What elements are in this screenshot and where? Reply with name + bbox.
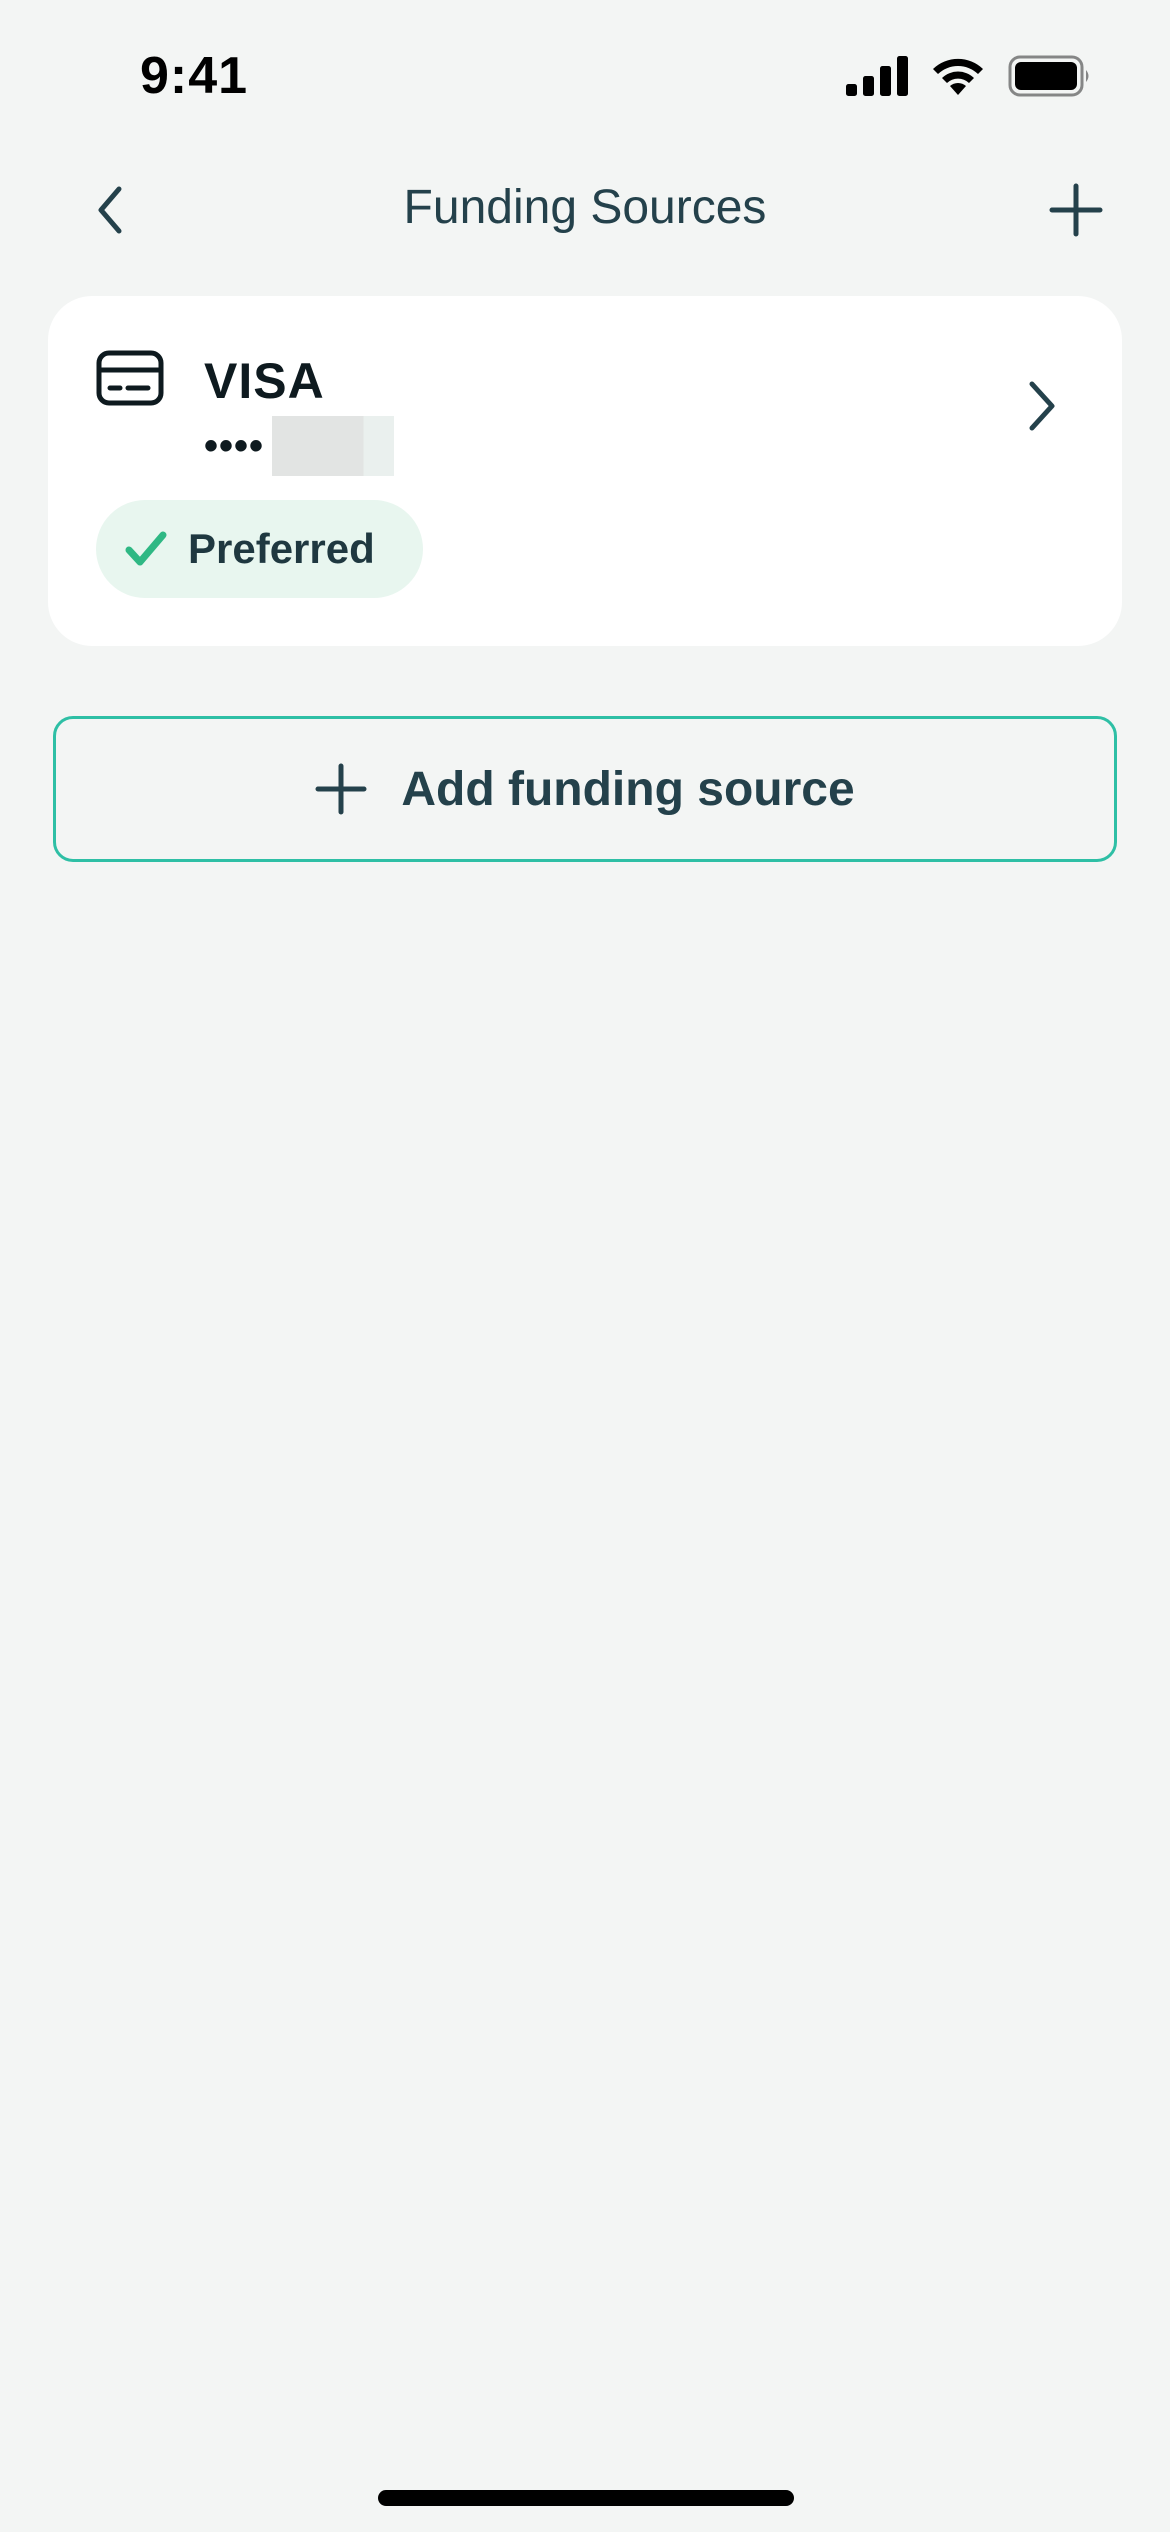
battery-icon bbox=[1008, 55, 1089, 97]
card-masked-dots: •••• bbox=[204, 424, 265, 468]
funding-source-card[interactable]: VISA •••• Preferred bbox=[48, 296, 1122, 646]
card-brand: VISA bbox=[204, 353, 325, 409]
redacted-digits bbox=[272, 416, 395, 476]
wifi-icon bbox=[933, 58, 983, 95]
preferred-badge: Preferred bbox=[96, 500, 423, 598]
status-icons bbox=[846, 55, 1092, 97]
add-funding-source-label: Add funding source bbox=[401, 762, 855, 816]
home-indicator[interactable] bbox=[378, 2490, 794, 2506]
checkmark-icon bbox=[125, 531, 167, 566]
status-bar: 9:41 bbox=[0, 0, 1170, 150]
add-button[interactable] bbox=[1044, 178, 1108, 242]
preferred-label: Preferred bbox=[188, 525, 375, 572]
chevron-right-icon bbox=[1029, 381, 1055, 431]
plus-icon bbox=[315, 763, 367, 815]
card-number: •••• bbox=[204, 416, 395, 476]
add-funding-source-button[interactable]: Add funding source bbox=[53, 716, 1117, 862]
nav-bar: Funding Sources bbox=[0, 160, 1170, 260]
cellular-signal-icon bbox=[846, 56, 908, 96]
status-time: 9:41 bbox=[140, 47, 249, 105]
page-title: Funding Sources bbox=[403, 181, 767, 234]
credit-card-icon bbox=[96, 350, 164, 406]
plus-icon bbox=[1049, 183, 1103, 237]
